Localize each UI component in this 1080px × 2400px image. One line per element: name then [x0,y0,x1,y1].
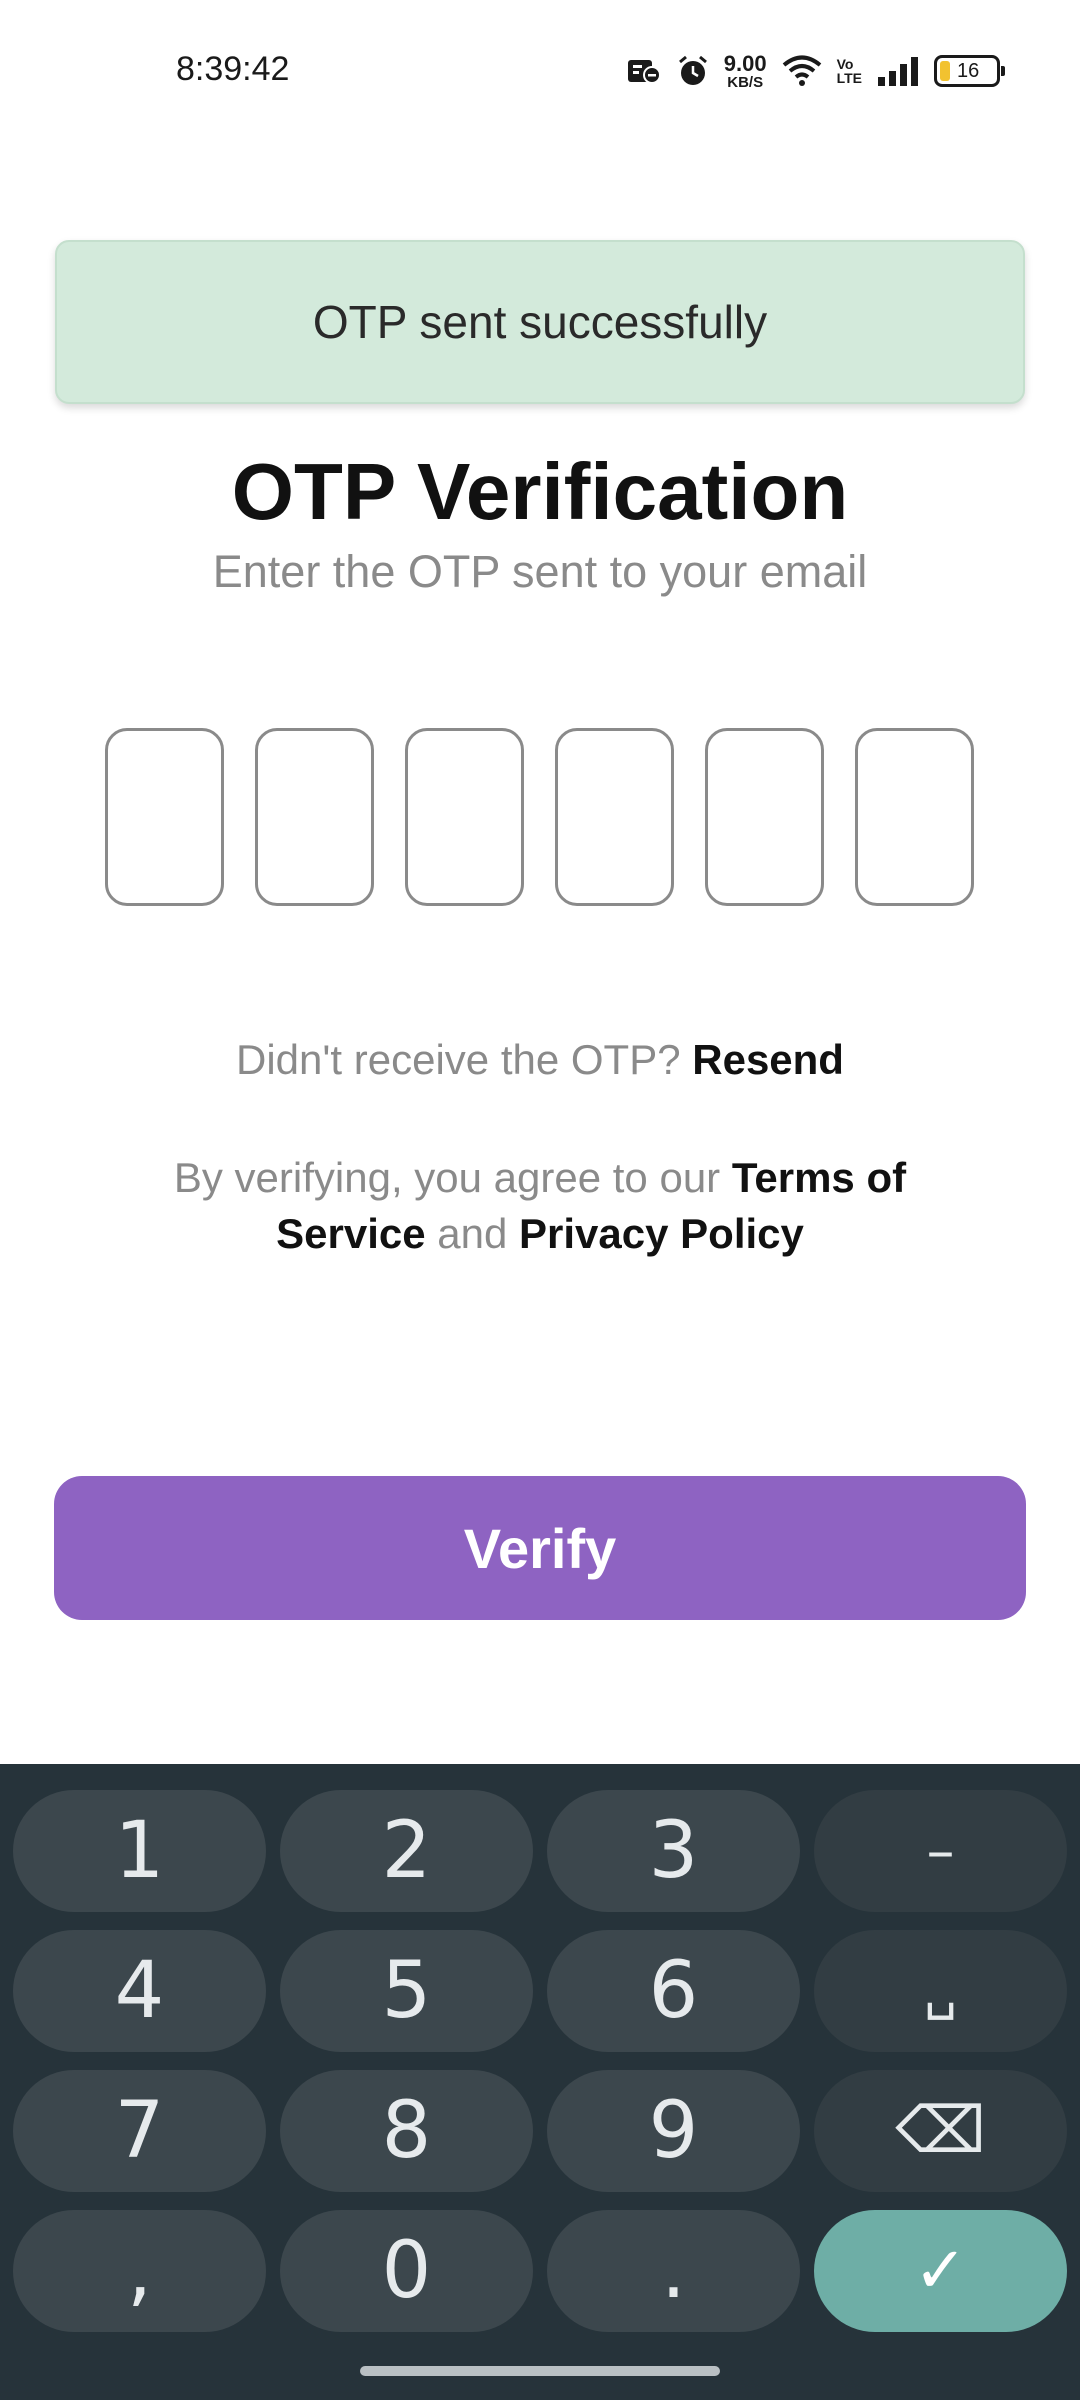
volte-indicator: Vo LTE [836,56,862,86]
notification-icon [626,56,662,86]
wifi-icon [781,54,823,88]
key-dash[interactable]: – [814,1790,1067,1912]
key-6[interactable]: 6 [547,1930,800,2052]
net-speed: 9.00 KB/S [723,50,767,91]
status-icons: 9.00 KB/S Vo LTE 16 [626,46,1005,96]
checkmark-icon[interactable]: ✓ [814,2210,1067,2332]
success-toast: OTP sent successfully [55,240,1025,404]
battery-fill [940,61,950,81]
otp-digit-5[interactable] [705,728,824,906]
terms-prefix: By verifying, you agree to our [173,1154,721,1201]
resend-link[interactable]: Resend [692,1036,844,1083]
key-0[interactable]: 0 [280,2210,533,2332]
otp-digit-6[interactable] [855,728,974,906]
otp-input-group [105,728,974,906]
backspace-icon[interactable]: ⌫ [814,2070,1067,2192]
key-3[interactable]: 3 [547,1790,800,1912]
resend-row: Didn't receive the OTP? Resend [0,1036,1080,1084]
key-7[interactable]: 7 [13,2070,266,2192]
otp-digit-4[interactable] [555,728,674,906]
privacy-policy-link[interactable]: Privacy Policy [519,1210,804,1257]
alarm-icon [676,54,710,88]
otp-digit-2[interactable] [255,728,374,906]
terms-conjunction: and [437,1210,508,1257]
key-2[interactable]: 2 [280,1790,533,1912]
status-bar: 8:39:42 9.00 KB/S Vo LTE 16 [0,0,1080,140]
key-8[interactable]: 8 [280,2070,533,2192]
key-comma[interactable]: , [13,2210,266,2332]
battery-icon: 16 [934,55,1005,87]
resend-prompt: Didn't receive the OTP? [236,1036,681,1083]
otp-digit-1[interactable] [105,728,224,906]
page-subtitle: Enter the OTP sent to your email [212,546,868,597]
key-1[interactable]: 1 [13,1790,266,1912]
verify-button[interactable]: Verify [54,1476,1026,1620]
numeric-keyboard: 1 2 3 – 4 5 6 ␣ 7 8 9 ⌫ , 0 . ✓ [0,1764,1080,2400]
key-period[interactable]: . [547,2210,800,2332]
otp-screen: 8:39:42 9.00 KB/S Vo LTE 16 OTP sent suc… [0,0,1080,2400]
home-indicator[interactable] [360,2366,720,2376]
space-key-icon[interactable]: ␣ [814,1930,1067,2052]
terms-notice: By verifying, you agree to our Terms of … [140,1150,940,1262]
otp-digit-3[interactable] [405,728,524,906]
status-time: 8:39:42 [176,50,290,88]
key-4[interactable]: 4 [13,1930,266,2052]
key-9[interactable]: 9 [547,2070,800,2192]
toast-message: OTP sent successfully [312,296,768,348]
key-5[interactable]: 5 [280,1930,533,2052]
page-title: OTP Verification [231,447,849,536]
signal-icon [876,55,920,87]
